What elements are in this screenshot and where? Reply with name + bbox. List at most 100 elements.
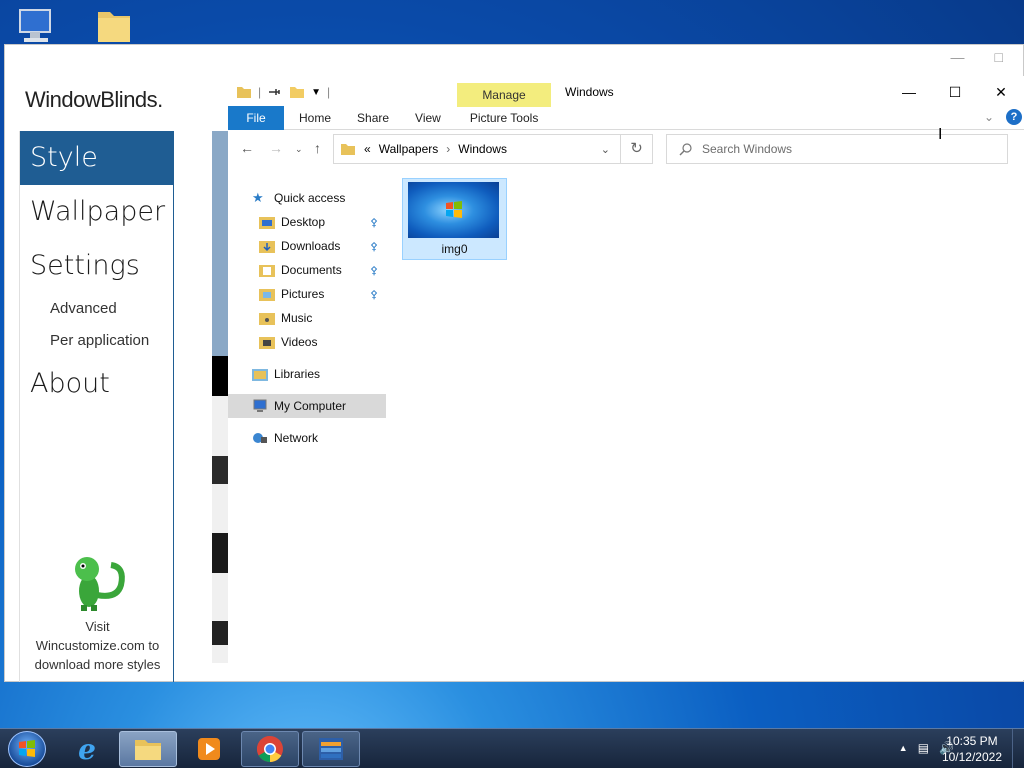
tab-home[interactable]: Home (286, 106, 344, 130)
nav-libraries[interactable]: Libraries (228, 362, 386, 386)
wb-nav-advanced[interactable]: Advanced (20, 293, 173, 325)
nav-pictures[interactable]: Pictures ⚴ (228, 282, 386, 306)
nav-quick-access[interactable]: ★ Quick access (228, 186, 386, 210)
nav-documents-label: Documents (281, 263, 342, 277)
pictures-folder-icon (259, 289, 275, 301)
maximize-button[interactable]: ☐ (932, 80, 978, 104)
desktop-folder-icon (259, 217, 275, 229)
tab-share[interactable]: Share (344, 106, 402, 130)
address-dropdown-chevron-icon[interactable]: ⌄ (601, 143, 610, 156)
windowblinds-logo: WindowBlinds. (25, 87, 163, 112)
libraries-icon (252, 369, 268, 381)
clock[interactable]: 10:35 PM 10/12/2022 (942, 733, 1002, 765)
wb-nav-settings[interactable]: Settings (20, 239, 173, 293)
show-desktop-button[interactable] (1012, 729, 1024, 768)
nav-pictures-label: Pictures (281, 287, 325, 301)
recent-locations-chevron-icon[interactable]: ⌄ (295, 144, 303, 155)
network-tray-icon[interactable]: ▤ (918, 741, 929, 755)
taskbar-media-player[interactable] (180, 731, 238, 767)
wb-nav-style[interactable]: Style (20, 131, 173, 185)
back-arrow-icon[interactable]: ← (240, 140, 254, 156)
manage-contextual-tab[interactable]: Manage (457, 83, 551, 107)
windows-logo-icon (446, 201, 462, 218)
pinned-icon: ⚴ (370, 241, 379, 253)
wb-nav-about[interactable]: About (20, 357, 173, 411)
search-box[interactable]: Search Windows (666, 134, 1008, 164)
star-icon: ★ (252, 190, 264, 205)
nav-music[interactable]: Music (228, 306, 386, 330)
folder-desktop-icon[interactable] (92, 4, 136, 44)
show-hidden-icons-icon[interactable]: ▲ (899, 741, 908, 755)
clock-date: 10/12/2022 (941, 750, 1002, 764)
taskbar-internet-explorer[interactable]: e (58, 731, 116, 767)
address-bar[interactable]: « Wallpapers › Windows ⌄ (333, 134, 621, 164)
chrome-icon (256, 735, 283, 763)
expand-ribbon-chevron-icon[interactable]: ⌄ (984, 110, 994, 124)
wb-nav-per-application[interactable]: Per application (20, 325, 173, 357)
help-icon[interactable]: ? (1006, 109, 1022, 125)
qat-customize-icon[interactable]: ▼ (311, 87, 321, 98)
window-title: Windows (565, 85, 614, 99)
up-arrow-icon[interactable]: ↑ (314, 140, 321, 156)
network-icon (253, 433, 267, 443)
wb-maximize-button[interactable]: □ (995, 49, 1003, 65)
nav-downloads[interactable]: Downloads ⚴ (228, 234, 386, 258)
promo-line: download more styles (34, 657, 161, 672)
folder-icon (341, 144, 355, 155)
documents-folder-icon (259, 265, 275, 277)
nav-videos[interactable]: Videos (228, 330, 386, 354)
refresh-button[interactable]: ↻ (621, 134, 653, 164)
taskbar-windowblinds[interactable] (302, 731, 360, 767)
nav-network-label: Network (274, 431, 319, 445)
windows-start-icon (19, 740, 35, 757)
nav-network[interactable]: Network (228, 426, 386, 450)
nav-my-computer[interactable]: My Computer (228, 394, 386, 418)
breadcrumb-windows[interactable]: Windows (458, 142, 507, 156)
nav-desktop[interactable]: Desktop ⚴ (228, 210, 386, 234)
qat-separator: | (327, 85, 331, 99)
videos-folder-icon (259, 337, 275, 349)
text-cursor-icon: I (938, 126, 943, 143)
wb-navigation: Style Wallpaper Settings Advanced Per ap… (19, 131, 174, 682)
tab-picture-tools[interactable]: Picture Tools (457, 106, 551, 130)
windowblinds-app-icon (319, 738, 343, 760)
breadcrumb-overflow[interactable]: « (364, 142, 371, 156)
computer-desktop-icon[interactable] (14, 6, 58, 46)
qat-separator: | (258, 85, 262, 99)
nav-documents[interactable]: Documents ⚴ (228, 258, 386, 282)
taskbar-chrome[interactable] (241, 731, 299, 767)
breadcrumb-separator-icon[interactable]: › (446, 142, 450, 156)
clock-time: 10:35 PM (946, 734, 998, 748)
taskbar-file-explorer[interactable] (119, 731, 177, 767)
pinned-icon: ⚴ (370, 289, 379, 301)
nav-quick-access-label: Quick access (274, 191, 346, 205)
pinned-icon: ⚴ (370, 217, 379, 229)
close-button[interactable]: ✕ (978, 80, 1024, 104)
wb-minimize-button[interactable]: — (951, 49, 965, 65)
wincustomize-promo[interactable]: Visit Wincustomize.com to download more … (20, 551, 175, 674)
wb-content-preview-strip (212, 131, 228, 663)
start-button[interactable] (8, 731, 46, 767)
quick-access-toolbar: | ▼ | (236, 84, 330, 100)
computer-icon (253, 399, 267, 412)
ribbon-tabs: File Home Share View Picture Tools ⌄ ? (228, 105, 1024, 130)
wb-nav-wallpaper[interactable]: Wallpaper (20, 185, 173, 239)
downloads-folder-icon (259, 241, 275, 253)
wb-window-controls: — □ (951, 49, 1003, 65)
tab-view[interactable]: View (402, 106, 454, 130)
media-player-icon (198, 738, 220, 760)
file-item-img0[interactable]: img0 (402, 178, 507, 260)
minimize-button[interactable]: — (886, 80, 932, 104)
breadcrumb-wallpapers[interactable]: Wallpapers (379, 142, 439, 156)
new-folder-icon[interactable] (289, 84, 305, 100)
forward-arrow-icon[interactable]: → (269, 140, 283, 156)
tab-file[interactable]: File (228, 105, 284, 130)
promo-line: Visit (85, 619, 110, 634)
taskbar: e ▲ ▤ 🔊 10:35 PM 10/12/2022 (0, 728, 1024, 768)
music-folder-icon (259, 313, 275, 325)
folder-icon (237, 87, 251, 98)
search-icon (679, 142, 692, 155)
ribbon-right-controls: ⌄ ? (984, 109, 1022, 125)
pin-icon[interactable] (267, 84, 283, 100)
gecko-mascot-icon (74, 557, 125, 611)
